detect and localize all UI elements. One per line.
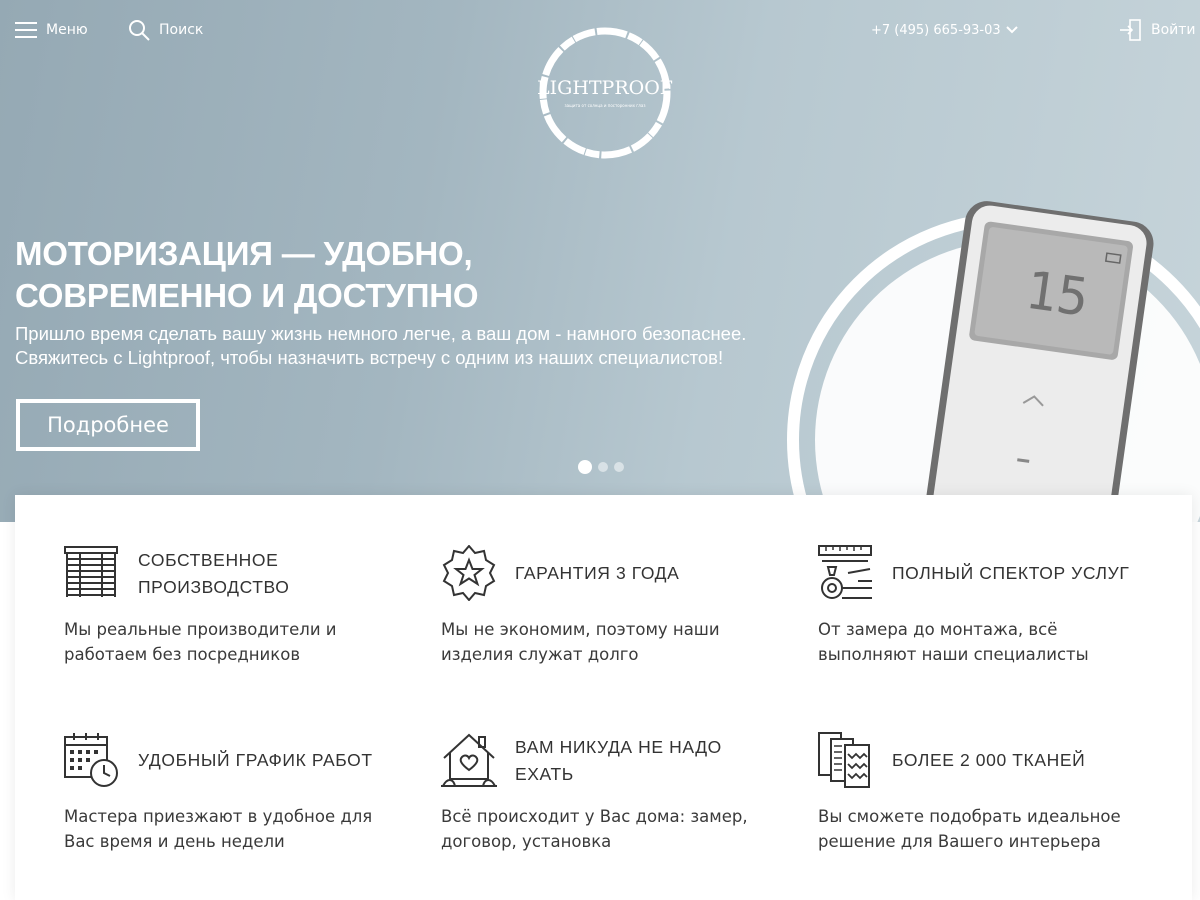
slider-dot[interactable]: [578, 460, 592, 474]
feature-desc-line: Всё происходит у Вас дома: замер,: [441, 807, 748, 826]
features-card: СОБСТВЕННОЕ ПРОИЗВОДСТВО Мы реальные про…: [15, 495, 1192, 900]
feature-description: Вы сможете подобрать идеальное решение д…: [818, 804, 1148, 854]
slide-text-line: Пришло время сделать вашу жизнь немного …: [15, 323, 747, 344]
site-logo[interactable]: LIGHTPROOF защита от солнца и посторонни…: [537, 25, 673, 161]
remote-control-image: 15: [787, 201, 1200, 522]
feature-title-line: ВАМ НИКУДА НЕ НАДО: [515, 737, 722, 757]
search-label: Поиск: [159, 22, 204, 38]
feature-desc-line: Мастера приезжают в удобное для: [64, 807, 373, 826]
feature-title-line: ПОЛНЫЙ СПЕКТОР УСЛУГ: [892, 563, 1130, 583]
slide-title-line: СОВРЕМЕННО И ДОСТУПНО: [15, 277, 479, 314]
feature-description: Всё происходит у Вас дома: замер, догово…: [441, 804, 771, 854]
feature-title-line: БОЛЕЕ 2 000 ТКАНЕЙ: [892, 750, 1086, 770]
feature-title: СОБСТВЕННОЕ ПРОИЗВОДСТВО: [138, 547, 398, 601]
phone-dropdown[interactable]: +7 (495) 665-93-03: [871, 18, 1018, 42]
logo-name: LIGHTPROOF: [537, 77, 673, 99]
hamburger-icon: [15, 22, 37, 38]
feature-title: ГАРАНТИЯ 3 ГОДА: [515, 560, 775, 587]
feature-title: ПОЛНЫЙ СПЕКТОР УСЛУГ: [892, 560, 1152, 587]
feature-description: Мы не экономим, поэтому наши изделия слу…: [441, 617, 771, 667]
blinds-icon: [64, 546, 118, 597]
search-button[interactable]: Поиск: [128, 18, 203, 42]
feature-description: От замера до монтажа, всё выполняют наши…: [818, 617, 1148, 667]
feature-description: Мастера приезжают в удобное для Вас врем…: [64, 804, 394, 854]
slide-text: Пришло время сделать вашу жизнь немного …: [15, 322, 775, 370]
phone-number: +7 (495) 665-93-03: [871, 22, 1001, 38]
slider-dot[interactable]: [598, 462, 608, 472]
feature-desc-line: выполняют наши специалисты: [818, 645, 1089, 664]
feature-title-line: УДОБНЫЙ ГРАФИК РАБОТ: [138, 750, 373, 770]
menu-label: Меню: [46, 22, 88, 38]
feature-desc-line: изделия служат долго: [441, 645, 639, 664]
menu-button[interactable]: Меню: [15, 18, 88, 42]
feature-desc-line: работаем без посредников: [64, 645, 301, 664]
feature-desc-line: Вы сможете подобрать идеальное: [818, 807, 1121, 826]
feature-title: БОЛЕЕ 2 000 ТКАНЕЙ: [892, 747, 1152, 774]
slider-dots: [578, 460, 624, 474]
feature-title-line: ЕХАТЬ: [515, 764, 574, 784]
feature-title-line: СОБСТВЕННОЕ: [138, 550, 279, 570]
feature-title: УДОБНЫЙ ГРАФИК РАБОТ: [138, 747, 398, 774]
tools-icon: [818, 545, 872, 599]
search-icon: [129, 20, 150, 41]
login-button[interactable]: Войти: [1120, 18, 1196, 42]
feature-desc-line: Мы не экономим, поэтому наши: [441, 620, 720, 639]
slider-dot[interactable]: [614, 462, 624, 472]
feature-desc-line: Вас время и день недели: [64, 832, 285, 851]
logo-tagline: защита от солнца и посторонних глаз: [564, 103, 646, 108]
remote-display: 15: [1022, 261, 1092, 329]
feature-desc-line: От замера до монтажа, всё: [818, 620, 1058, 639]
slide-title-line: МОТОРИЗАЦИЯ — УДОБНО,: [15, 235, 473, 272]
feature-desc-line: Мы реальные производители и: [64, 620, 337, 639]
door-login-icon: [1120, 19, 1141, 41]
house-heart-icon: [441, 733, 497, 787]
star-badge-icon: [442, 545, 496, 601]
chevron-down-icon: [1005, 26, 1018, 34]
feature-title: ВАМ НИКУДА НЕ НАДО ЕХАТЬ: [515, 734, 775, 788]
fabric-samples-icon: [818, 732, 870, 788]
slide-text-line: Свяжитесь с Lightproof, чтобы назначить …: [15, 347, 724, 368]
feature-title-line: ГАРАНТИЯ 3 ГОДА: [515, 563, 680, 583]
login-label: Войти: [1151, 22, 1196, 38]
hero-slider: 15 Меню Поиск +7 (495) 665-93-03 Войти L…: [0, 0, 1200, 522]
feature-desc-line: решение для Вашего интерьера: [818, 832, 1101, 851]
slide-title: МОТОРИЗАЦИЯ — УДОБНО, СОВРЕМЕННО И ДОСТУ…: [15, 233, 535, 317]
more-button[interactable]: Подробнее: [16, 399, 200, 451]
feature-description: Мы реальные производители и работаем без…: [64, 617, 394, 667]
calendar-clock-icon: [64, 733, 118, 787]
feature-desc-line: договор, установка: [441, 832, 612, 851]
feature-title-line: ПРОИЗВОДСТВО: [138, 577, 290, 597]
